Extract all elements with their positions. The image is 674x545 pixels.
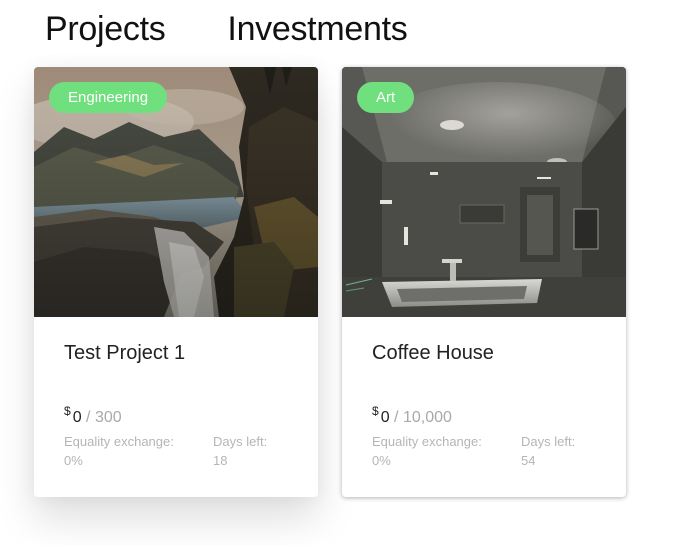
amount-separator: / [86,409,91,426]
tab-investments[interactable]: Investments [227,10,407,49]
goal-amount: 300 [94,409,122,426]
days-left-value: 54 [521,453,536,468]
days-left-value: 18 [213,453,228,468]
category-badge[interactable]: Art [357,82,415,113]
goal-amount: 10,000 [402,409,452,426]
project-image-spaceship-interior: Art [342,67,626,317]
project-title: Coffee House [372,342,494,364]
tab-projects[interactable]: Projects [45,10,166,49]
days-left-label: Days left: [521,434,576,449]
equity-value: 0% [372,453,391,468]
currency-symbol: $ [64,404,71,418]
card-body: Coffee House $0 / 10,000 Equality exchan… [342,342,626,470]
card-body: Test Project 1 $0 / 300 Equality exchang… [34,342,318,470]
project-title: Test Project 1 [64,342,186,364]
equity-label: Equality exchange: [64,434,174,449]
funding-amount: $0 / 300 [64,404,288,431]
days-left-stat: Days left: 54 [521,432,575,470]
category-badge[interactable]: Engineering [49,82,168,113]
page: Projects Investments Engineering Test Pr… [0,0,674,545]
days-left-label: Days left: [213,434,268,449]
equity-stat: Equality exchange: 0% [372,432,521,470]
raised-amount: 0 [72,409,82,426]
tab-bar: Projects Investments [45,10,408,49]
funding-amount: $0 / 10,000 [372,404,596,431]
project-stats: Equality exchange: 0% Days left: 54 [372,432,596,470]
currency-symbol: $ [372,404,379,418]
equity-value: 0% [64,453,83,468]
equity-label: Equality exchange: [372,434,482,449]
project-card[interactable]: Engineering Test Project 1 $0 / 300 Equa… [34,67,318,497]
raised-amount: 0 [380,409,390,426]
project-image-mountain-lake: Engineering [34,67,318,317]
project-card[interactable]: Art Coffee House $0 / 10,000 Equality ex… [342,67,626,497]
days-left-stat: Days left: 18 [213,432,267,470]
project-stats: Equality exchange: 0% Days left: 18 [64,432,288,470]
amount-separator: / [394,409,399,426]
equity-stat: Equality exchange: 0% [64,432,213,470]
